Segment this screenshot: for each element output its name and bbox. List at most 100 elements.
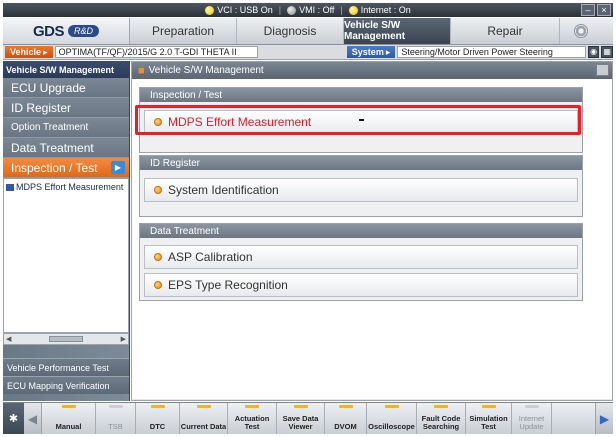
menu-item-label: System Identification bbox=[168, 183, 279, 197]
group-header: Data Treatment bbox=[140, 224, 582, 238]
tree-item-mdps[interactable]: MDPS Effort Measurement bbox=[6, 182, 126, 192]
menu-item-asp-calibration[interactable]: ASP Calibration bbox=[144, 245, 578, 269]
sidebar-item-id-register[interactable]: ID Register bbox=[3, 98, 129, 118]
list-icon bbox=[6, 184, 14, 192]
group-header: Inspection / Test bbox=[140, 88, 582, 102]
tab-diagnosis[interactable]: Diagnosis bbox=[237, 18, 344, 44]
close-button[interactable]: × bbox=[597, 4, 611, 16]
menu-item-system-identification[interactable]: System Identification bbox=[144, 178, 578, 202]
gear-icon bbox=[574, 24, 588, 38]
toolbar-save-data-viewer-button[interactable]: Save Data Viewer bbox=[277, 403, 325, 434]
group-header: ID Register bbox=[140, 156, 582, 170]
led-icon bbox=[338, 405, 353, 408]
sidebar-item-ecu-mapping-verification[interactable]: ECU Mapping Verification bbox=[3, 376, 129, 394]
vehicle-label: Vehicle bbox=[10, 47, 42, 57]
toolbar-oscilloscope-button[interactable]: Oscilloscope bbox=[367, 403, 417, 434]
chevron-right-icon: ▸ bbox=[385, 46, 391, 57]
toolbar-internet-update-button[interactable]: Internet Update bbox=[512, 403, 552, 434]
settings-button[interactable] bbox=[560, 18, 602, 44]
sidebar-item-data-treatment[interactable]: Data Treatment bbox=[3, 138, 129, 158]
sidebar: Vehicle S/W Management ECU Upgrade ID Re… bbox=[3, 61, 130, 401]
sidebar-item-label: Inspection / Test bbox=[11, 160, 98, 175]
sidebar-item-ecu-upgrade[interactable]: ECU Upgrade bbox=[3, 78, 129, 98]
toolbar-button-label: Simulation Test bbox=[469, 414, 508, 431]
toolbar-simulation-test-button[interactable]: Simulation Test bbox=[466, 403, 512, 434]
vmi-status: VMI : Off bbox=[287, 5, 334, 15]
status-bar: VCI : USB On | VMI : Off | Internet : On… bbox=[3, 3, 613, 17]
toolbar-button-label: Fault Code Searching bbox=[421, 414, 461, 431]
sidebar-item-option-treatment[interactable]: Option Treatment bbox=[3, 118, 129, 138]
minimize-button[interactable]: – bbox=[581, 4, 595, 16]
bullet-icon bbox=[154, 253, 162, 261]
camera-icon[interactable]: ◉ bbox=[587, 46, 600, 58]
vehicle-info-bar: Vehicle ▸ OPTIMA(TF/QF)/2015/G 2.0 T-GDI… bbox=[3, 45, 613, 60]
settings-shortcut-button[interactable]: ✱ 설정 bbox=[3, 403, 24, 434]
toolbar-dvom-button[interactable]: DVOM bbox=[325, 403, 367, 434]
led-icon bbox=[108, 405, 123, 408]
menu-item-label: EPS Type Recognition bbox=[168, 278, 288, 292]
internet-status: Internet : On bbox=[348, 5, 411, 15]
led-icon bbox=[293, 405, 308, 408]
led-icon bbox=[481, 405, 496, 408]
led-icon bbox=[196, 405, 211, 408]
main-header: GDS R&D Preparation Diagnosis Vehicle S/… bbox=[3, 18, 613, 45]
led-icon bbox=[61, 405, 76, 408]
scroll-left-icon[interactable]: ◀ bbox=[6, 335, 11, 343]
grid-icon[interactable]: ▦ bbox=[601, 46, 613, 58]
toolbar-button-label: Internet Update bbox=[518, 414, 545, 431]
bullet-icon bbox=[154, 186, 162, 194]
sidebar-item-inspection-test[interactable]: Inspection / Test ▶ bbox=[3, 158, 129, 178]
vmi-status-label: VMI : Off bbox=[299, 5, 335, 15]
arrow-right-icon: ▶ bbox=[111, 161, 125, 174]
led-icon bbox=[150, 405, 165, 408]
system-select-button[interactable]: System ▸ bbox=[346, 46, 396, 58]
vci-status: VCI : USB On bbox=[205, 5, 273, 15]
sidebar-tree: MDPS Effort Measurement bbox=[3, 178, 129, 333]
toolbar-next-button[interactable]: ▶ bbox=[595, 403, 613, 434]
vehicle-select-button[interactable]: Vehicle ▸ bbox=[5, 46, 53, 58]
arrow-right-icon: ▶ bbox=[599, 411, 610, 426]
main-panel: ■ Vehicle S/W Management Inspection / Te… bbox=[131, 61, 613, 401]
toolbar-manual-button[interactable]: Manual bbox=[42, 403, 96, 434]
vci-indicator-icon bbox=[205, 5, 215, 15]
tab-repair[interactable]: Repair bbox=[451, 18, 560, 44]
arrow-left-icon: ◀ bbox=[27, 411, 38, 426]
wrench-icon: ✱ bbox=[8, 413, 19, 425]
sidebar-title: Vehicle S/W Management bbox=[3, 61, 129, 78]
menu-item-eps-type-recognition[interactable]: EPS Type Recognition bbox=[144, 273, 578, 297]
led-icon bbox=[434, 405, 448, 408]
toolbar-button-label: DTC bbox=[149, 422, 166, 431]
window-controls: – × bbox=[581, 4, 611, 16]
toolbar-tsb-button[interactable]: TSB bbox=[96, 403, 136, 434]
scrollbar-thumb[interactable] bbox=[49, 336, 83, 342]
toolbar-button-label: Manual bbox=[55, 422, 82, 431]
gds-logo-text: GDS bbox=[32, 22, 65, 40]
toolbar-dtc-button[interactable]: DTC bbox=[136, 403, 180, 434]
status-separator: | bbox=[278, 5, 282, 15]
tab-vehicle-sw-management[interactable]: Vehicle S/W Management bbox=[344, 18, 451, 44]
panel-menu-icon[interactable] bbox=[596, 64, 609, 76]
toolbar-button-label: DVOM bbox=[334, 422, 357, 431]
tab-preparation[interactable]: Preparation bbox=[130, 18, 237, 44]
menu-item-label: ASP Calibration bbox=[168, 250, 253, 264]
panel-content: Inspection / Test MDPS Effort Measuremen… bbox=[132, 79, 612, 399]
chevron-right-icon: ▸ bbox=[43, 46, 48, 57]
system-label: System bbox=[351, 47, 384, 57]
toolbar-current-data-button[interactable]: Current Data bbox=[180, 403, 228, 434]
sidebar-item-vehicle-performance-test[interactable]: Vehicle Performance Test bbox=[3, 358, 129, 376]
toolbar-button-label: Actuation Test bbox=[234, 414, 270, 431]
scroll-right-icon[interactable]: ▶ bbox=[121, 335, 126, 343]
toolbar-actuation-test-button[interactable]: Actuation Test bbox=[228, 403, 277, 434]
vmi-indicator-icon bbox=[287, 5, 297, 15]
group-id-register: ID Register System Identification bbox=[139, 155, 583, 217]
bottom-toolbar: ✱ 설정 ◀ Manual TSB DTC Current Data Actua… bbox=[3, 402, 613, 434]
toolbar-button-label: Current Data bbox=[180, 422, 227, 431]
app-logo: GDS R&D bbox=[3, 18, 130, 44]
title-marker-icon: ■ bbox=[138, 64, 145, 77]
toolbar-prev-button[interactable]: ◀ bbox=[24, 403, 42, 434]
cursor-icon bbox=[359, 119, 364, 121]
toolbar-fault-code-searching-button[interactable]: Fault Code Searching bbox=[417, 403, 466, 434]
rd-badge: R&D bbox=[68, 25, 100, 37]
sidebar-scrollbar[interactable]: ◀ ▶ bbox=[3, 333, 129, 345]
led-icon bbox=[384, 405, 399, 408]
